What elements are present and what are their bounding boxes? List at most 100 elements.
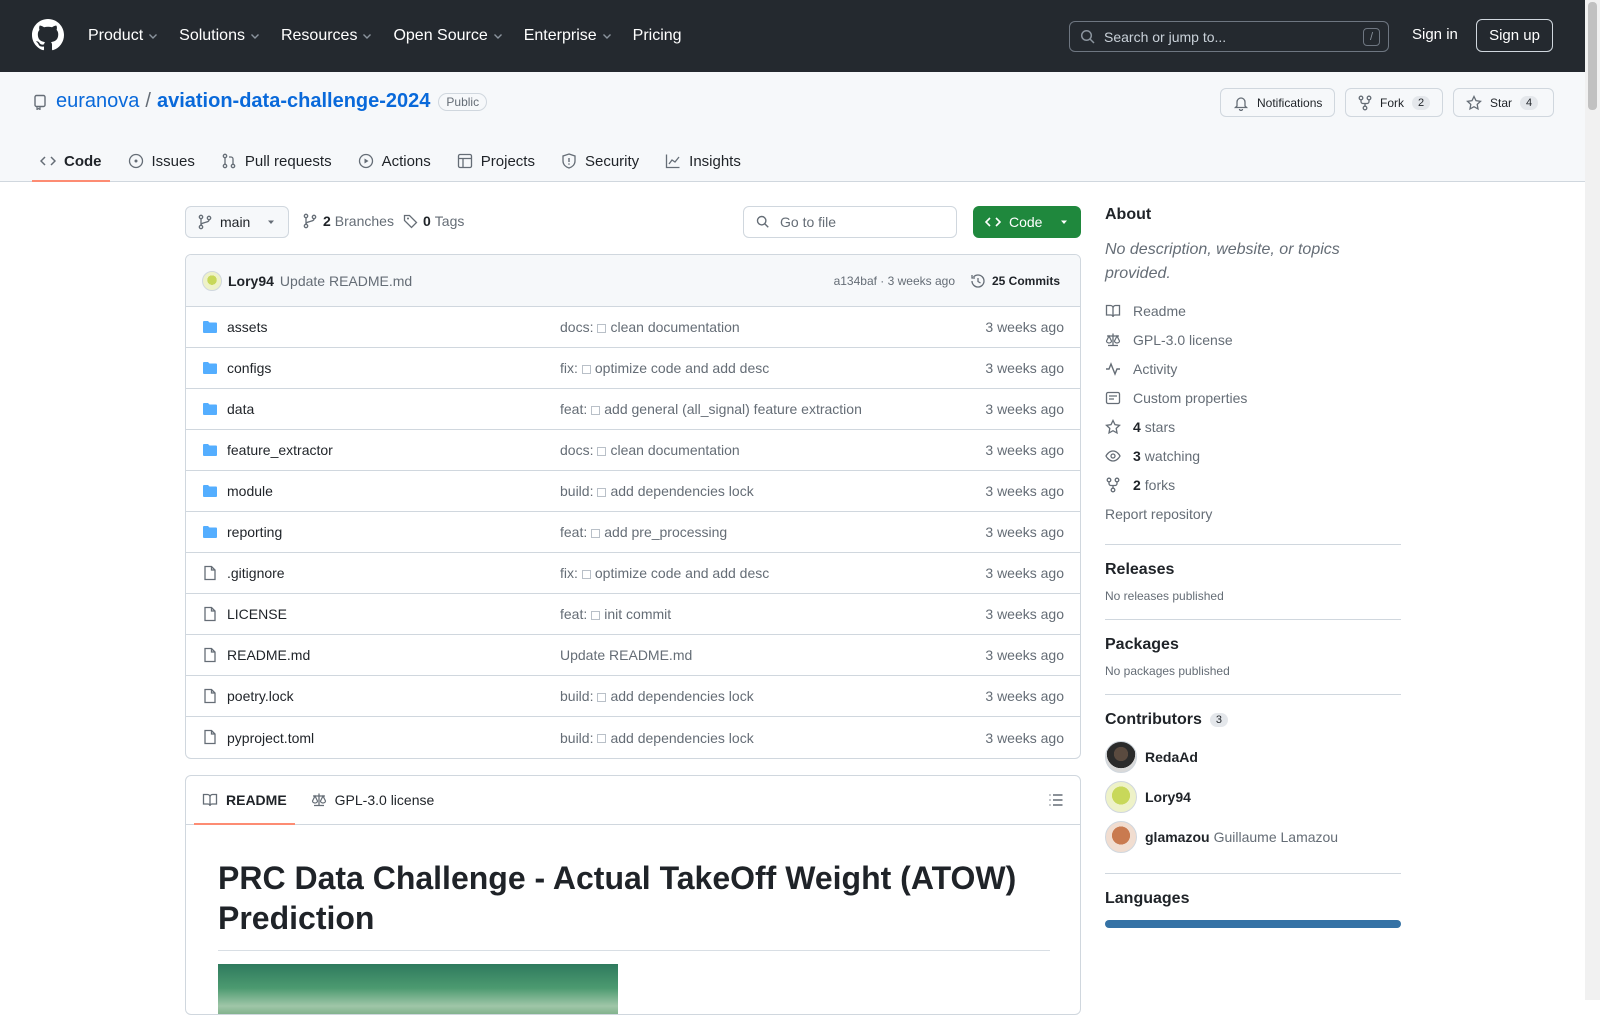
file-row[interactable]: README.md Update README.md 3 weeks ago <box>186 635 1080 676</box>
file-commit-message[interactable]: build: add dependencies lock <box>560 483 754 499</box>
file-name-link[interactable]: LICENSE <box>227 606 287 622</box>
releases-heading[interactable]: Releases <box>1105 561 1401 579</box>
file-row[interactable]: data feat: add general (all_signal) featu… <box>186 389 1080 430</box>
file-name-link[interactable]: poetry.lock <box>227 688 294 704</box>
readme-title: PRC Data Challenge - Actual TakeOff Weig… <box>218 858 1050 951</box>
file-name-link[interactable]: data <box>227 401 254 417</box>
tab-code[interactable]: Code <box>32 140 110 182</box>
commit-type: feat: <box>560 606 588 622</box>
file-row[interactable]: configs fix: optimize code and add desc 3… <box>186 348 1080 389</box>
file-row[interactable]: reporting feat: add pre_processing 3 week… <box>186 512 1080 553</box>
file-row[interactable]: assets docs: clean documentation 3 weeks … <box>186 307 1080 348</box>
file-commit-message[interactable]: feat: add pre_processing <box>560 524 727 540</box>
commit-message[interactable]: Update README.md <box>280 273 412 289</box>
notifications-label: Notifications <box>1257 95 1323 110</box>
about-link-activity[interactable]: Activity <box>1105 354 1401 383</box>
about-link-custom-properties[interactable]: Custom properties <box>1105 383 1401 412</box>
nav-open-source[interactable]: Open Source <box>393 27 503 45</box>
contributor-item[interactable]: RedaAd <box>1105 737 1401 777</box>
commit-sha-time[interactable]: a134baf · 3 weeks ago <box>834 274 955 288</box>
file-row[interactable]: .gitignore fix: optimize code and add des… <box>186 553 1080 594</box>
about-link-forks[interactable]: 2 forks <box>1105 470 1401 499</box>
fork-button[interactable]: Fork 2 <box>1345 88 1444 117</box>
avatar[interactable] <box>1105 821 1137 853</box>
contributor-item[interactable]: Lory94 <box>1105 777 1401 817</box>
contributor-login[interactable]: glamazou <box>1145 829 1210 845</box>
nav-enterprise[interactable]: Enterprise <box>524 27 613 45</box>
file-commit-message[interactable]: feat: add general (all_signal) feature ex… <box>560 401 862 417</box>
file-commit-message[interactable]: docs: clean documentation <box>560 442 740 458</box>
file-row[interactable]: feature_extractor docs: clean documentati… <box>186 430 1080 471</box>
tab-readme[interactable]: README <box>194 776 295 825</box>
tab-issues[interactable]: Issues <box>120 140 203 182</box>
tab-projects[interactable]: Projects <box>449 140 543 182</box>
contributor-login[interactable]: Lory94 <box>1145 789 1191 805</box>
file-commit-message[interactable]: build: add dependencies lock <box>560 688 754 704</box>
file-name-link[interactable]: module <box>227 483 273 499</box>
nav-solutions[interactable]: Solutions <box>179 27 261 45</box>
file-name-link[interactable]: feature_extractor <box>227 442 333 458</box>
file-commit-message[interactable]: fix: optimize code and add desc <box>560 565 769 581</box>
file-commit-message[interactable]: Update README.md <box>560 647 692 663</box>
repo-owner-link[interactable]: euranova <box>56 90 139 113</box>
branches-link[interactable]: 2 Branches <box>303 213 394 229</box>
file-commit-message[interactable]: feat: init commit <box>560 606 671 622</box>
commit-author[interactable]: Lory94 <box>228 273 274 289</box>
scrollbar-thumb[interactable] <box>1588 2 1597 110</box>
tab-pull-requests[interactable]: Pull requests <box>213 140 340 182</box>
author-avatar[interactable] <box>202 270 222 291</box>
about-link-watching[interactable]: 3 watching <box>1105 441 1401 470</box>
contributor-item[interactable]: glamazou Guillaume Lamazou <box>1105 817 1401 857</box>
code-dropdown-button[interactable]: Code <box>973 206 1081 238</box>
file-row[interactable]: module build: add dependencies lock 3 wee… <box>186 471 1080 512</box>
tab-insights[interactable]: Insights <box>657 140 749 182</box>
report-repository-link[interactable]: Report repository <box>1105 499 1401 528</box>
file-name-link[interactable]: pyproject.toml <box>227 730 314 746</box>
avatar[interactable] <box>1105 781 1137 813</box>
tags-count: 0 <box>423 213 431 229</box>
contributor-login[interactable]: RedaAd <box>1145 749 1198 765</box>
file-name-link[interactable]: .gitignore <box>227 565 285 581</box>
sign-in-link[interactable]: Sign in <box>1412 26 1458 43</box>
branch-selector[interactable]: main <box>185 206 289 238</box>
tab-license[interactable]: GPL-3.0 license <box>303 776 443 825</box>
contributors-heading[interactable]: Contributors 3 <box>1105 711 1401 729</box>
github-logo-icon[interactable] <box>32 19 64 51</box>
repo-name-link[interactable]: aviation-data-challenge-2024 <box>157 90 430 113</box>
about-link-label: GPL-3.0 license <box>1133 331 1233 348</box>
file-name-link[interactable]: README.md <box>227 647 310 663</box>
about-link-stars[interactable]: 4 stars <box>1105 412 1401 441</box>
tab-actions[interactable]: Actions <box>350 140 439 182</box>
page-scrollbar[interactable] <box>1585 0 1600 1000</box>
avatar[interactable] <box>1105 741 1137 773</box>
commits-link[interactable]: 25 Commits <box>970 273 1060 289</box>
sign-up-button[interactable]: Sign up <box>1476 19 1553 52</box>
nav-pricing[interactable]: Pricing <box>633 27 682 45</box>
file-row[interactable]: LICENSE feat: init commit 3 weeks ago <box>186 594 1080 635</box>
file-commit-message[interactable]: build: add dependencies lock <box>560 730 754 746</box>
go-to-file-input[interactable]: Go to file <box>743 206 957 238</box>
file-name-link[interactable]: configs <box>227 360 271 376</box>
nav-resources[interactable]: Resources <box>281 27 373 45</box>
chevron-down-icon <box>250 34 259 39</box>
about-link-label: stars <box>1144 418 1176 435</box>
file-row[interactable]: poetry.lock build: add dependencies lock … <box>186 676 1080 717</box>
nav-product[interactable]: Product <box>88 27 159 45</box>
about-link-gpl-3-0-license[interactable]: GPL-3.0 license <box>1105 325 1401 354</box>
file-commit-time: 3 weeks ago <box>985 360 1064 376</box>
search-input[interactable]: Search or jump to... / <box>1069 21 1389 52</box>
about-link-readme[interactable]: Readme <box>1105 296 1401 325</box>
file-icon <box>204 647 216 663</box>
tags-link[interactable]: 0 Tags <box>403 213 464 229</box>
star-button[interactable]: Star 4 <box>1453 88 1554 117</box>
list-outline-icon[interactable] <box>1048 792 1064 808</box>
notifications-button[interactable]: Notifications <box>1220 88 1336 117</box>
packages-heading[interactable]: Packages <box>1105 636 1401 654</box>
tab-security[interactable]: Security <box>553 140 647 182</box>
file-commit-message[interactable]: docs: clean documentation <box>560 319 740 335</box>
file-commit-message[interactable]: fix: optimize code and add desc <box>560 360 769 376</box>
file-name-link[interactable]: assets <box>227 319 267 335</box>
file-name-link[interactable]: reporting <box>227 524 282 540</box>
file-row[interactable]: pyproject.toml build: add dependencies lo… <box>186 717 1080 758</box>
folder-icon <box>203 526 217 538</box>
